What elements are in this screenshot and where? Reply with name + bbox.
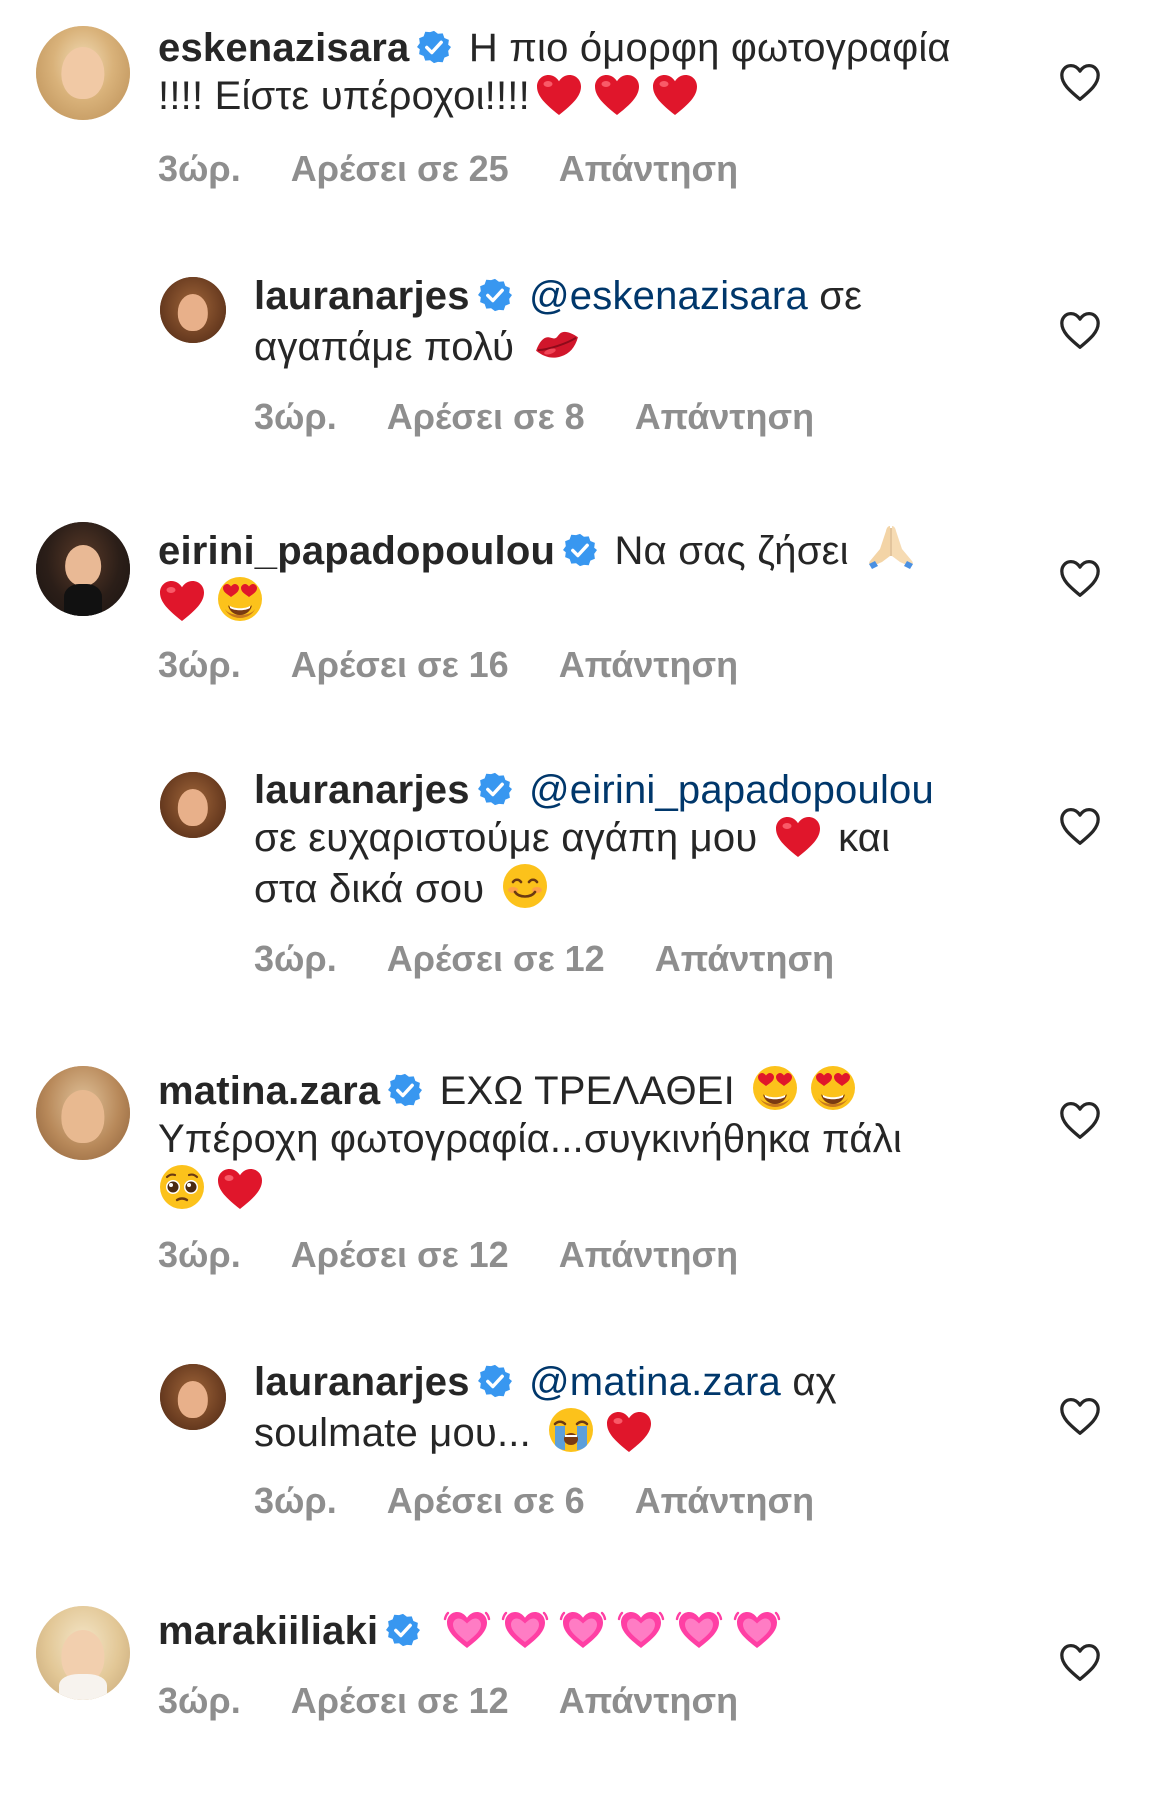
comment-text: αχ (781, 1360, 837, 1404)
comment-username[interactable]: lauranarjes (254, 1360, 470, 1404)
loudly-crying-face-emoji (547, 1406, 595, 1454)
reply-button[interactable]: Απάντηση (655, 938, 834, 979)
red-heart-emoji (593, 73, 641, 117)
comment-likes-count[interactable]: Αρέσει σε 16 (291, 644, 509, 685)
mention-link[interactable]: @eskenazisara (529, 274, 808, 318)
comment-text-line2: Υπέροχη φωτογραφία...συγκινήθηκα πάλι (158, 1117, 903, 1161)
comment-likes-count[interactable]: Αρέσει σε 25 (291, 148, 509, 189)
verified-badge-icon (563, 533, 597, 567)
kiss-mark-emoji (531, 320, 583, 368)
comment-username[interactable]: marakiiliaki (158, 1609, 378, 1653)
comment-meta: 3ώρ. Αρέσει σε 8 Απάντηση (254, 396, 864, 438)
red-heart-emoji (216, 1167, 264, 1211)
avatar[interactable] (160, 772, 226, 838)
red-heart-emoji (605, 1410, 653, 1454)
reply-button[interactable]: Απάντηση (635, 396, 814, 437)
comment-meta: 3ώρ. Αρέσει σε 25 Απάντηση (158, 148, 788, 190)
comment-time: 3ώρ. (158, 148, 241, 189)
heart-eyes-emoji (809, 1064, 857, 1112)
comment-username[interactable]: lauranarjes (254, 768, 470, 812)
growing-heart-emoji (443, 1604, 491, 1652)
comment-body: lauranarjes @eirini_papadopoulou σε ευχα… (254, 766, 1020, 913)
red-heart-emoji (535, 73, 583, 117)
comment-text-line2: !!!! Είστε υπέροχοι!!!! (158, 74, 530, 118)
comment-text: Να σας ζήσει (614, 529, 849, 573)
comment-text-line2b: και (838, 816, 891, 860)
comment-time: 3ώρ. (158, 1234, 241, 1275)
mention-link[interactable]: @eirini_papadopoulou (529, 768, 934, 812)
comment-username[interactable]: eskenazisara (158, 26, 409, 70)
reply-button[interactable]: Απάντηση (559, 1680, 738, 1721)
comment-meta: 3ώρ. Αρέσει σε 12 Απάντηση (158, 1234, 788, 1276)
verified-badge-icon (478, 1364, 512, 1398)
mention-link[interactable]: @matina.zara (529, 1360, 781, 1404)
comment-username[interactable]: lauranarjes (254, 274, 470, 318)
comment-body: lauranarjes @eskenazisara σε αγαπάμε πολ… (254, 272, 1020, 371)
heart-eyes-emoji (216, 575, 264, 623)
heart-outline-icon[interactable] (1058, 310, 1102, 350)
comment-meta: 3ώρ. Αρέσει σε 16 Απάντηση (158, 644, 788, 686)
comment-time: 3ώρ. (158, 644, 241, 685)
comment-likes-count[interactable]: Αρέσει σε 12 (291, 1234, 509, 1275)
comment-text: σε (807, 274, 863, 318)
verified-badge-icon (478, 278, 512, 312)
red-heart-emoji (158, 579, 206, 623)
comment-meta: 3ώρ. Αρέσει σε 6 Απάντηση (254, 1480, 864, 1522)
comment-likes-count[interactable]: Αρέσει σε 8 (387, 396, 585, 437)
comment-body: lauranarjes @matina.zara αχ soulmate μου… (254, 1358, 1020, 1457)
growing-heart-emoji (501, 1604, 549, 1652)
comment-body: eskenazisara Η πιο όμορφη φωτογραφία !!!… (158, 24, 1020, 120)
red-heart-emoji (774, 815, 822, 859)
avatar[interactable] (36, 1606, 130, 1700)
comment-body: marakiiliaki (158, 1604, 1020, 1655)
comment-text-line3: στα δικά σου (254, 867, 485, 911)
comment-time: 3ώρ. (254, 938, 337, 979)
heart-outline-icon[interactable] (1058, 806, 1102, 846)
heart-outline-icon[interactable] (1058, 558, 1102, 598)
heart-eyes-emoji (751, 1064, 799, 1112)
comment-time: 3ώρ. (254, 1480, 337, 1521)
growing-heart-emoji (617, 1604, 665, 1652)
comment-username[interactable]: eirini_papadopoulou (158, 529, 555, 573)
smiling-face-emoji (501, 862, 549, 910)
avatar[interactable] (160, 277, 226, 343)
avatar[interactable] (36, 26, 130, 120)
comment-likes-count[interactable]: Αρέσει σε 12 (291, 1680, 509, 1721)
comment-text-line2: σε ευχαριστούμε αγάπη μου (254, 816, 758, 860)
pleading-face-emoji (158, 1163, 206, 1211)
folded-hands-emoji (865, 520, 917, 572)
comment-text: ΕΧΩ ΤΡΕΛΑΘΕΙ (439, 1069, 735, 1113)
heart-outline-icon[interactable] (1058, 1396, 1102, 1436)
comment-text: Η πιο όμορφη φωτογραφία (468, 26, 951, 70)
reply-button[interactable]: Απάντηση (559, 644, 738, 685)
heart-outline-icon[interactable] (1058, 62, 1102, 102)
verified-badge-icon (388, 1073, 422, 1107)
comment-meta: 3ώρ. Αρέσει σε 12 Απάντηση (254, 938, 884, 980)
reply-button[interactable]: Απάντηση (635, 1480, 814, 1521)
verified-badge-icon (386, 1613, 420, 1647)
reply-button[interactable]: Απάντηση (559, 1234, 738, 1275)
comment-username[interactable]: matina.zara (158, 1069, 380, 1113)
comment-likes-count[interactable]: Αρέσει σε 12 (387, 938, 605, 979)
comment-time: 3ώρ. (158, 1680, 241, 1721)
comment-body: matina.zara ΕΧΩ ΤΡΕΛΑΘΕΙ Υπέροχη φωτογρα… (158, 1064, 1020, 1214)
avatar[interactable] (160, 1364, 226, 1430)
verified-badge-icon (478, 772, 512, 806)
comment-body: eirini_papadopoulou Να σας ζήσει (158, 520, 1020, 626)
heart-outline-icon[interactable] (1058, 1100, 1102, 1140)
growing-heart-emoji (733, 1604, 781, 1652)
comment-time: 3ώρ. (254, 396, 337, 437)
comment-text-line2: soulmate μου... (254, 1411, 531, 1455)
comment-text-line2: αγαπάμε πολύ (254, 325, 515, 369)
avatar[interactable] (36, 522, 130, 616)
verified-badge-icon (417, 30, 451, 64)
comment-meta: 3ώρ. Αρέσει σε 12 Απάντηση (158, 1680, 788, 1722)
avatar[interactable] (36, 1066, 130, 1160)
heart-outline-icon[interactable] (1058, 1642, 1102, 1682)
reply-button[interactable]: Απάντηση (559, 148, 738, 189)
growing-heart-emoji (559, 1604, 607, 1652)
comment-likes-count[interactable]: Αρέσει σε 6 (387, 1480, 585, 1521)
growing-heart-emoji (675, 1604, 723, 1652)
red-heart-emoji (651, 73, 699, 117)
